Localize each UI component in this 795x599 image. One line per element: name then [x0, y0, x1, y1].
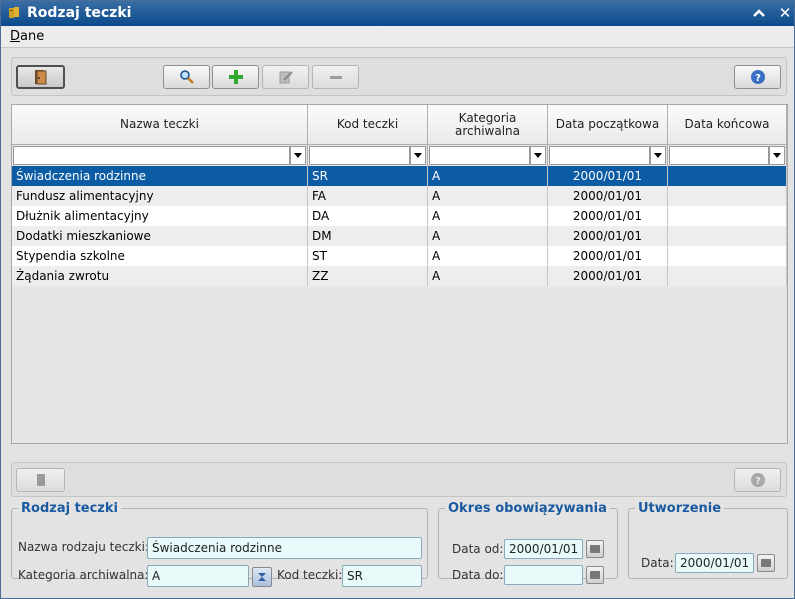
chevron-down-icon[interactable]	[769, 146, 785, 165]
window-title: Rodzaj teczki	[27, 5, 132, 21]
toolbar: ?	[11, 57, 787, 96]
data-do-field[interactable]	[504, 565, 583, 585]
kod-label: Kod teczki:	[277, 568, 343, 582]
table-row[interactable]: Stypendia szkolne ST A 2000/01/01	[12, 246, 787, 266]
svg-text:?: ?	[755, 476, 761, 487]
calendar-icon[interactable]	[757, 554, 775, 572]
data-od-field[interactable]: 2000/01/01	[504, 539, 583, 559]
data-od-label: Data od:	[452, 542, 504, 556]
minus-icon	[329, 76, 342, 79]
table-row[interactable]: Fundusz alimentacyjny FA A 2000/01/01	[12, 186, 787, 206]
svg-text:?: ?	[755, 73, 761, 84]
calendar-icon[interactable]	[586, 566, 604, 584]
table-row[interactable]: Żądania zwrotu ZZ A 2000/01/01	[12, 266, 787, 286]
help-button[interactable]: ?	[734, 65, 781, 89]
detail-exit-button[interactable]	[16, 468, 65, 492]
kod-field[interactable]: SR	[342, 565, 422, 587]
add-button[interactable]	[212, 65, 259, 89]
filter-kod[interactable]	[308, 145, 428, 166]
folder-types-table: Nazwa teczki Kod teczki Kategoria archiw…	[11, 104, 788, 444]
menu-dane[interactable]: Dane	[10, 29, 44, 44]
table-row[interactable]: Świadczenia rodzinne SR A 2000/01/01	[12, 166, 787, 186]
column-header-nazwa[interactable]: Nazwa teczki	[12, 105, 308, 145]
table-row[interactable]: Dłużnik alimentacyjny DA A 2000/01/01	[12, 206, 787, 226]
app-icon	[9, 7, 19, 18]
data-do-label: Data do:	[452, 568, 504, 582]
kategoria-picker-button[interactable]	[252, 567, 272, 587]
pencil-icon	[279, 71, 293, 84]
filter-data-koncowa[interactable]	[668, 145, 787, 166]
chevron-down-icon[interactable]	[290, 146, 306, 165]
column-header-kategoria[interactable]: Kategoria archiwalna	[428, 105, 548, 145]
chevron-down-icon[interactable]	[410, 146, 426, 165]
filter-kategoria[interactable]	[428, 145, 548, 166]
edit-button[interactable]	[262, 65, 309, 89]
filter-row	[12, 145, 787, 166]
exit-button[interactable]	[16, 65, 65, 89]
chevron-down-icon[interactable]	[530, 146, 546, 165]
column-header-data-koncowa[interactable]: Data końcowa	[668, 105, 787, 145]
data-utworzenia-label: Data:	[641, 556, 674, 570]
list-picker-icon	[258, 573, 266, 581]
chevron-down-icon[interactable]	[650, 146, 666, 165]
table-row[interactable]: Dodatki mieszkaniowe DM A 2000/01/01	[12, 226, 787, 246]
door-icon	[36, 474, 45, 486]
collapse-icon[interactable]	[749, 3, 769, 23]
door-icon	[34, 70, 46, 85]
search-button[interactable]	[163, 65, 210, 89]
kategoria-label: Kategoria archiwalna:	[18, 568, 149, 582]
table-body: Świadczenia rodzinne SR A 2000/01/01 Fun…	[12, 166, 787, 286]
table-header: Nazwa teczki Kod teczki Kategoria archiw…	[12, 105, 787, 145]
column-header-kod[interactable]: Kod teczki	[308, 105, 428, 145]
rodzaj-teczki-group: Rodzaj teczki Nazwa rodzaju teczki: Świa…	[11, 501, 428, 587]
magnifier-icon	[179, 70, 194, 84]
close-button[interactable]: ✕	[775, 3, 795, 23]
utworzenie-legend: Utworzenie	[638, 501, 722, 516]
nazwa-field[interactable]: Świadczenia rodzinne	[147, 537, 422, 559]
delete-button[interactable]	[312, 65, 359, 89]
detail-help-button[interactable]: ?	[734, 468, 781, 492]
dialog-window: Rodzaj teczki ✕ Dane ? Nazwa teczki Kod …	[0, 0, 795, 599]
question-icon: ?	[750, 70, 765, 84]
filter-data-poczatkowa[interactable]	[548, 145, 668, 166]
rodzaj-teczki-legend: Rodzaj teczki	[21, 501, 118, 516]
filter-nazwa[interactable]	[12, 145, 308, 166]
okres-legend: Okres obowiązywania	[448, 501, 607, 516]
title-bar[interactable]: Rodzaj teczki ✕	[1, 1, 794, 26]
detail-toolbar: ?	[11, 462, 787, 497]
kategoria-field[interactable]: A	[147, 565, 249, 587]
nazwa-label: Nazwa rodzaju teczki:	[18, 540, 149, 554]
menu-bar: Dane	[1, 26, 794, 48]
question-icon: ?	[750, 473, 765, 487]
okres-group: Okres obowiązywania Data od: 2000/01/01 …	[438, 501, 618, 585]
data-utworzenia-field[interactable]: 2000/01/01	[675, 553, 754, 573]
column-header-data-poczatkowa[interactable]: Data początkowa	[548, 105, 668, 145]
calendar-icon[interactable]	[586, 540, 604, 558]
utworzenie-group: Utworzenie Data: 2000/01/01	[628, 501, 788, 579]
plus-icon	[228, 70, 243, 84]
